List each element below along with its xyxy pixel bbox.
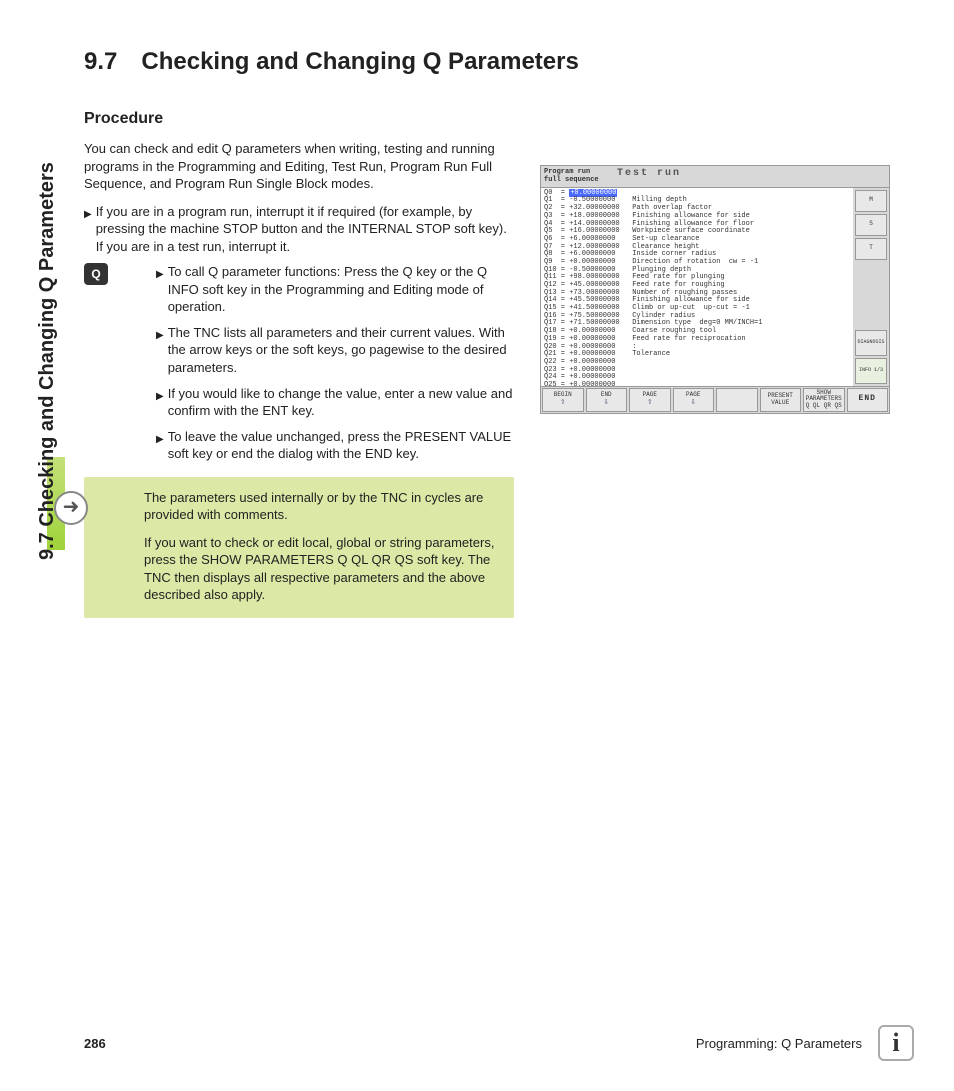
q-param-row: Q25 = +0.00000000 [544, 382, 850, 386]
chapter-title: Programming: Q Parameters [696, 1036, 862, 1051]
triangle-bullet-icon [156, 428, 164, 463]
indented-bullet: To call Q parameter functions: Press the… [156, 263, 516, 316]
softkey-blank [716, 388, 758, 412]
subheading-procedure: Procedure [84, 110, 904, 128]
bullet-text: If you are in a program run, interrupt i… [96, 203, 514, 256]
side-tile-t: T [855, 238, 887, 260]
bullet-text: To call Q parameter functions: Press the… [168, 263, 516, 316]
heading-number: 9.7 [84, 48, 117, 76]
softkey-page-down: PAGE⇩ [673, 388, 715, 412]
page-footer: 286 Programming: Q Parameters i [84, 1025, 914, 1061]
softkey-end-key: END [847, 388, 889, 412]
softkey-show-parameters: SHOW PARAMETERS Q QL QR QS [803, 388, 845, 412]
arrow-up-icon: ⇧ [647, 398, 652, 408]
note-arrow-icon: ➜ [54, 491, 88, 525]
bullet-text: If you would like to change the value, e… [168, 385, 516, 420]
bullet-text: The TNC lists all parameters and their c… [168, 324, 516, 377]
figure-header: Program run full sequence Test run [541, 166, 889, 188]
bullet-text: To leave the value unchanged, press the … [168, 428, 516, 463]
tnc-screenshot-figure: Program run full sequence Test run Q0 = … [540, 165, 890, 414]
indented-steps: Q To call Q parameter functions: Press t… [84, 263, 516, 462]
softkey-present-value: PRESENT VALUE [760, 388, 802, 412]
q-key-icon: Q [84, 263, 108, 285]
figure-header-mode: Program run full sequence [541, 166, 613, 187]
triangle-bullet-icon [156, 324, 164, 377]
intro-paragraph: You can check and edit Q parameters when… [84, 140, 514, 193]
softkey-page-up: PAGE⇧ [629, 388, 671, 412]
arrow-down-icon: ⇩ [604, 398, 609, 408]
triangle-bullet-icon [156, 263, 164, 316]
figure-side-panel: M S T DIAGNOSIS INFO 1/3 [853, 188, 889, 386]
side-tile-m: M [855, 190, 887, 212]
info-icon: i [878, 1025, 914, 1061]
side-tile-diagnosis: DIAGNOSIS [855, 330, 887, 356]
arrow-down-icon: ⇩ [691, 398, 696, 408]
figure-header-title: Test run [613, 166, 889, 187]
note-box: ➜ The parameters used internally or by t… [84, 477, 514, 618]
figure-softkey-row: BEGIN⇧ END⇩ PAGE⇧ PAGE⇩ PRESENT VALUE SH… [541, 386, 889, 413]
heading-text: Checking and Changing Q Parameters [141, 48, 578, 76]
side-tile-info: INFO 1/3 [855, 358, 887, 384]
side-tile-s: S [855, 214, 887, 236]
softkey-begin: BEGIN⇧ [542, 388, 584, 412]
note-paragraph-1: The parameters used internally or by the… [144, 489, 498, 524]
section-heading: 9.7 Checking and Changing Q Parameters [84, 48, 904, 76]
bullet-interrupt: If you are in a program run, interrupt i… [84, 203, 514, 256]
indented-bullet: To leave the value unchanged, press the … [156, 428, 516, 463]
triangle-bullet-icon [156, 385, 164, 420]
triangle-bullet-icon [84, 203, 92, 256]
softkey-end: END⇩ [586, 388, 628, 412]
q-parameter-list: Q0 = +0.00000000 Q1 = -0.50000000 Millin… [541, 188, 853, 386]
indented-bullet: The TNC lists all parameters and their c… [156, 324, 516, 377]
page-number: 286 [84, 1036, 106, 1051]
arrow-up-icon: ⇧ [560, 398, 565, 408]
indented-bullet: If you would like to change the value, e… [156, 385, 516, 420]
note-paragraph-2: If you want to check or edit local, glob… [144, 534, 498, 604]
